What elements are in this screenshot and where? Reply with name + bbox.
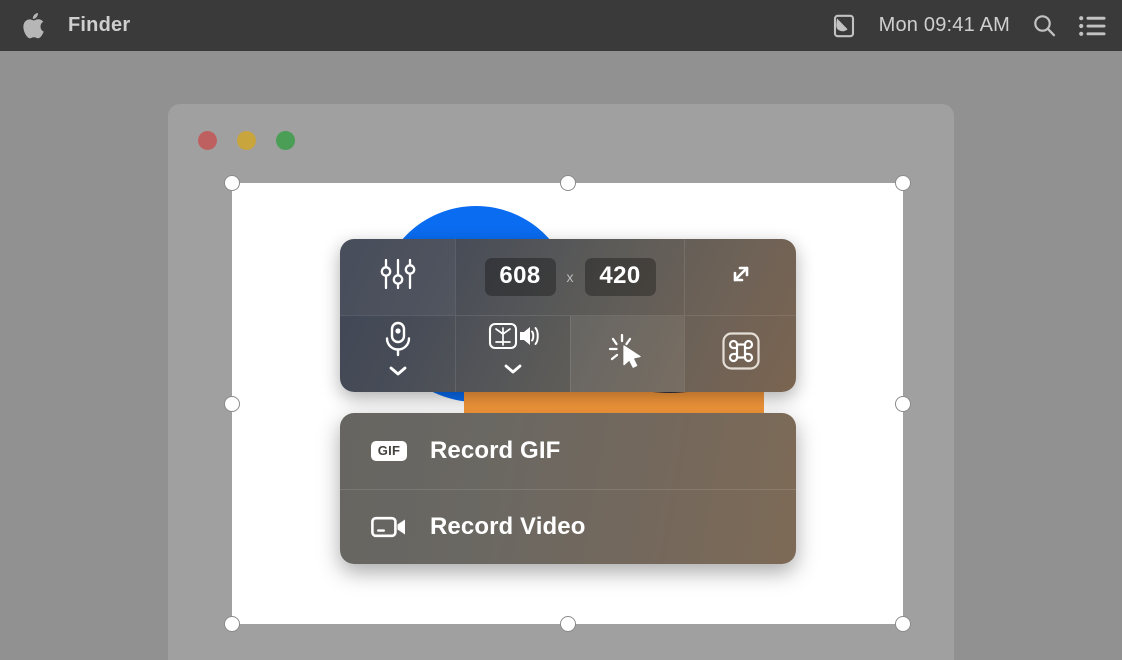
list-icon[interactable] bbox=[1079, 15, 1106, 37]
search-icon[interactable] bbox=[1032, 13, 1057, 38]
microphone-icon bbox=[380, 319, 416, 362]
menu-bar: Finder Mon 09:41 AM bbox=[0, 0, 1122, 51]
chevron-down-icon bbox=[503, 362, 523, 380]
menu-bar-app-name[interactable]: Finder bbox=[68, 14, 130, 37]
toolbar-row-top: 608 x 420 bbox=[340, 239, 796, 316]
selection-handle-top-left[interactable] bbox=[224, 175, 240, 191]
dimensions-group: 608 x 420 bbox=[455, 239, 684, 315]
toolbar-row-bottom bbox=[340, 315, 796, 393]
menu-item-record-gif[interactable]: GIF Record GIF bbox=[340, 413, 796, 489]
selection-handle-top-center[interactable] bbox=[560, 175, 576, 191]
show-keystrokes-button[interactable] bbox=[684, 315, 796, 392]
menu-bar-right: Mon 09:41 AM bbox=[831, 12, 1106, 40]
screenshot-toolbar: 608 x 420 bbox=[340, 239, 796, 392]
gif-badge-icon: GIF bbox=[370, 440, 408, 461]
command-key-icon bbox=[720, 330, 762, 377]
selection-handle-bottom-left[interactable] bbox=[224, 616, 240, 632]
minimize-button[interactable] bbox=[237, 131, 256, 150]
dimension-separator: x bbox=[566, 268, 574, 285]
menu-item-label: Record Video bbox=[430, 512, 586, 540]
selection-handle-bottom-right[interactable] bbox=[895, 616, 911, 632]
control-center-icon[interactable] bbox=[831, 12, 857, 40]
cursor-click-icon bbox=[607, 330, 649, 377]
selection-handle-bottom-center[interactable] bbox=[560, 616, 576, 632]
settings-button[interactable] bbox=[340, 239, 455, 315]
show-clicks-button[interactable] bbox=[570, 315, 684, 392]
close-button[interactable] bbox=[198, 131, 217, 150]
video-camera-icon bbox=[370, 514, 408, 540]
expand-arrows-icon bbox=[722, 255, 760, 298]
chevron-down-icon bbox=[388, 364, 408, 382]
expand-button[interactable] bbox=[684, 239, 796, 315]
sliders-icon bbox=[376, 254, 420, 299]
microphone-button[interactable] bbox=[340, 316, 455, 393]
selection-handle-middle-right[interactable] bbox=[895, 396, 911, 412]
selection-handle-middle-left[interactable] bbox=[224, 396, 240, 412]
window-traffic-lights bbox=[198, 131, 295, 150]
selection-handle-top-right[interactable] bbox=[895, 175, 911, 191]
apple-logo-icon[interactable] bbox=[22, 12, 44, 39]
height-input[interactable]: 420 bbox=[584, 257, 656, 296]
record-dropdown-menu: GIF Record GIF Record Video bbox=[340, 413, 796, 564]
system-audio-button[interactable] bbox=[455, 315, 570, 392]
menu-item-record-video[interactable]: Record Video bbox=[340, 488, 796, 565]
menu-bar-clock[interactable]: Mon 09:41 AM bbox=[879, 14, 1010, 37]
screen: Finder Mon 09:41 AM 608 x 420 GIF Record… bbox=[0, 0, 1122, 660]
zoom-button[interactable] bbox=[276, 131, 295, 150]
menu-item-label: Record GIF bbox=[430, 436, 561, 464]
menu-bar-left: Finder bbox=[22, 12, 130, 39]
gif-badge-text: GIF bbox=[370, 440, 408, 461]
system-audio-icon bbox=[487, 321, 539, 360]
width-input[interactable]: 608 bbox=[484, 257, 556, 296]
